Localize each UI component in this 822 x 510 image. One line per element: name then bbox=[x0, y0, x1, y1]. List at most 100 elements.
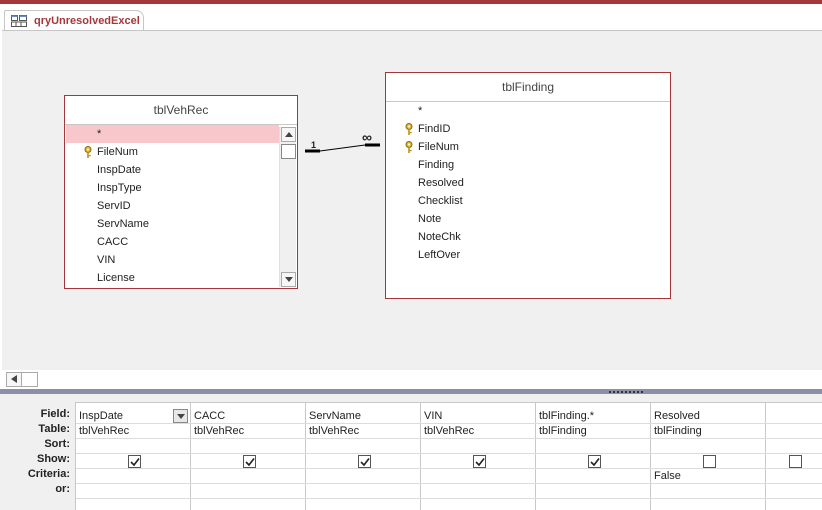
field-list-item[interactable]: Resolved bbox=[387, 174, 669, 192]
row-label-table: Table: bbox=[38, 423, 70, 435]
field-list-item[interactable]: Note bbox=[387, 210, 669, 228]
grid-cell-criteria[interactable] bbox=[76, 469, 190, 484]
grid-cell-sort[interactable] bbox=[191, 439, 305, 454]
field-list-item[interactable]: FileNum bbox=[387, 138, 669, 156]
field-list-item[interactable]: ServID bbox=[66, 197, 279, 215]
grid-cell-table[interactable]: tblFinding bbox=[651, 424, 765, 439]
grid-row-separator bbox=[76, 423, 822, 424]
field-list-scrollbar[interactable] bbox=[279, 127, 296, 287]
grid-row-separator bbox=[76, 453, 822, 454]
grid-cell-table[interactable]: tblVehRec bbox=[421, 424, 535, 439]
field-name: Finding bbox=[418, 159, 455, 171]
field-list-item[interactable]: CACC bbox=[66, 233, 279, 251]
grid-cell-table[interactable] bbox=[766, 424, 822, 439]
field-name: ServName bbox=[97, 218, 149, 230]
grid-cell-sort[interactable] bbox=[421, 439, 535, 454]
grid-cell-field[interactable]: ServName bbox=[306, 409, 420, 424]
row-label-criteria: Criteria: bbox=[27, 468, 70, 480]
grid-cell-or[interactable] bbox=[536, 484, 650, 499]
field-list-tblfinding[interactable]: tblFinding * FindID FileNum Finding Resolved… bbox=[385, 72, 671, 299]
row-label-field: Field: bbox=[40, 408, 70, 420]
grid-cell-field[interactable]: CACC bbox=[191, 409, 305, 424]
grid-cell-or[interactable] bbox=[306, 484, 420, 499]
grid-cell-or[interactable] bbox=[651, 484, 765, 499]
field-list-item[interactable]: NoteChk bbox=[387, 228, 669, 246]
grid-cell-field[interactable]: tblFinding.* bbox=[536, 409, 650, 424]
show-checkbox[interactable] bbox=[703, 455, 716, 468]
field-name: VIN bbox=[97, 254, 116, 266]
field-list-title[interactable]: tblVehRec bbox=[65, 96, 297, 125]
chevron-down-icon bbox=[285, 277, 293, 282]
horizontal-scrollbar[interactable] bbox=[6, 372, 38, 387]
field-list-item[interactable]: * bbox=[66, 125, 279, 143]
field-name: Note bbox=[418, 213, 442, 225]
grid-column[interactable]: VIN tblVehRec bbox=[421, 403, 536, 510]
grid-cell-field[interactable]: VIN bbox=[421, 409, 535, 424]
grid-cell-or[interactable] bbox=[191, 484, 305, 499]
grid-row-separator bbox=[76, 483, 822, 484]
grid-cell-table[interactable]: tblFinding bbox=[536, 424, 650, 439]
field-list-item[interactable]: VIN bbox=[66, 251, 279, 269]
grid-column[interactable]: tblFinding.* tblFinding bbox=[536, 403, 651, 510]
scroll-left-button[interactable] bbox=[7, 373, 22, 386]
grid-cell-sort[interactable] bbox=[76, 439, 190, 454]
show-checkbox[interactable] bbox=[588, 455, 601, 468]
show-checkbox[interactable] bbox=[243, 455, 256, 468]
grid-cell-criteria[interactable] bbox=[306, 469, 420, 484]
primary-key-icon bbox=[83, 146, 93, 158]
grid-cell-table[interactable]: tblVehRec bbox=[76, 424, 190, 439]
grid-cell-table[interactable]: tblVehRec bbox=[191, 424, 305, 439]
grid-cell-criteria[interactable] bbox=[191, 469, 305, 484]
query-design-grid: Field: Table: Sort: Show: Criteria: or: … bbox=[0, 394, 822, 510]
tab-label: qryUnresolvedExcel bbox=[34, 15, 140, 27]
checkmark-icon bbox=[475, 458, 485, 467]
field-name: LeftOver bbox=[418, 249, 461, 261]
grid-column[interactable]: Resolved tblFinding False bbox=[651, 403, 766, 510]
field-list-item[interactable]: Finding bbox=[387, 156, 669, 174]
field-list-item[interactable]: ServName bbox=[66, 215, 279, 233]
tab-query[interactable]: qryUnresolvedExcel bbox=[4, 10, 144, 31]
grid-cell-or[interactable] bbox=[766, 484, 822, 499]
grid-cell-sort[interactable] bbox=[766, 439, 822, 454]
show-checkbox[interactable] bbox=[358, 455, 371, 468]
field-list-item[interactable]: LeftOver bbox=[387, 246, 669, 264]
grid-cell-or[interactable] bbox=[421, 484, 535, 499]
grid-column[interactable]: CACC tblVehRec bbox=[191, 403, 306, 510]
field-name: InspType bbox=[97, 182, 142, 194]
grid-cell-criteria[interactable] bbox=[766, 469, 822, 484]
field-name: NoteChk bbox=[418, 231, 461, 243]
field-list-item[interactable]: InspDate bbox=[66, 161, 279, 179]
grid-cell-criteria[interactable]: False bbox=[651, 469, 765, 484]
relationship-one-label: 1 bbox=[311, 140, 317, 150]
show-checkbox[interactable] bbox=[473, 455, 486, 468]
grid-column[interactable]: ServName tblVehRec bbox=[306, 403, 421, 510]
grid-column[interactable] bbox=[766, 403, 822, 510]
grid-cell-or[interactable] bbox=[76, 484, 190, 499]
grid-cell-table[interactable]: tblVehRec bbox=[306, 424, 420, 439]
field-list-tblvehrec[interactable]: tblVehRec * FileNum InspDate InspType ServID… bbox=[64, 95, 298, 289]
grid-cell-field[interactable]: Resolved bbox=[651, 409, 765, 424]
scroll-down-button[interactable] bbox=[281, 272, 296, 287]
field-list-item[interactable]: License bbox=[66, 269, 279, 287]
primary-key-icon bbox=[404, 141, 414, 153]
field-dropdown-button[interactable] bbox=[173, 409, 188, 423]
grid-cell-field[interactable] bbox=[766, 409, 822, 424]
field-list-item[interactable]: Checklist bbox=[387, 192, 669, 210]
show-checkbox[interactable] bbox=[128, 455, 141, 468]
scroll-up-button[interactable] bbox=[281, 127, 296, 142]
grid-cell-sort[interactable] bbox=[651, 439, 765, 454]
grid-column[interactable]: InspDate tblVehRec bbox=[76, 403, 191, 510]
show-checkbox[interactable] bbox=[789, 455, 802, 468]
field-list-item[interactable]: * bbox=[387, 102, 669, 120]
primary-key-icon bbox=[404, 123, 414, 135]
grid-cell-criteria[interactable] bbox=[421, 469, 535, 484]
grid-cell-sort[interactable] bbox=[306, 439, 420, 454]
grid-cell-criteria[interactable] bbox=[536, 469, 650, 484]
scroll-thumb[interactable] bbox=[281, 144, 296, 159]
field-list-item[interactable]: FindID bbox=[387, 120, 669, 138]
splitter-grip-icon[interactable] bbox=[609, 391, 645, 393]
field-list-title[interactable]: tblFinding bbox=[386, 73, 670, 102]
field-list-item[interactable]: InspType bbox=[66, 179, 279, 197]
field-list-item[interactable]: FileNum bbox=[66, 143, 279, 161]
grid-cell-sort[interactable] bbox=[536, 439, 650, 454]
